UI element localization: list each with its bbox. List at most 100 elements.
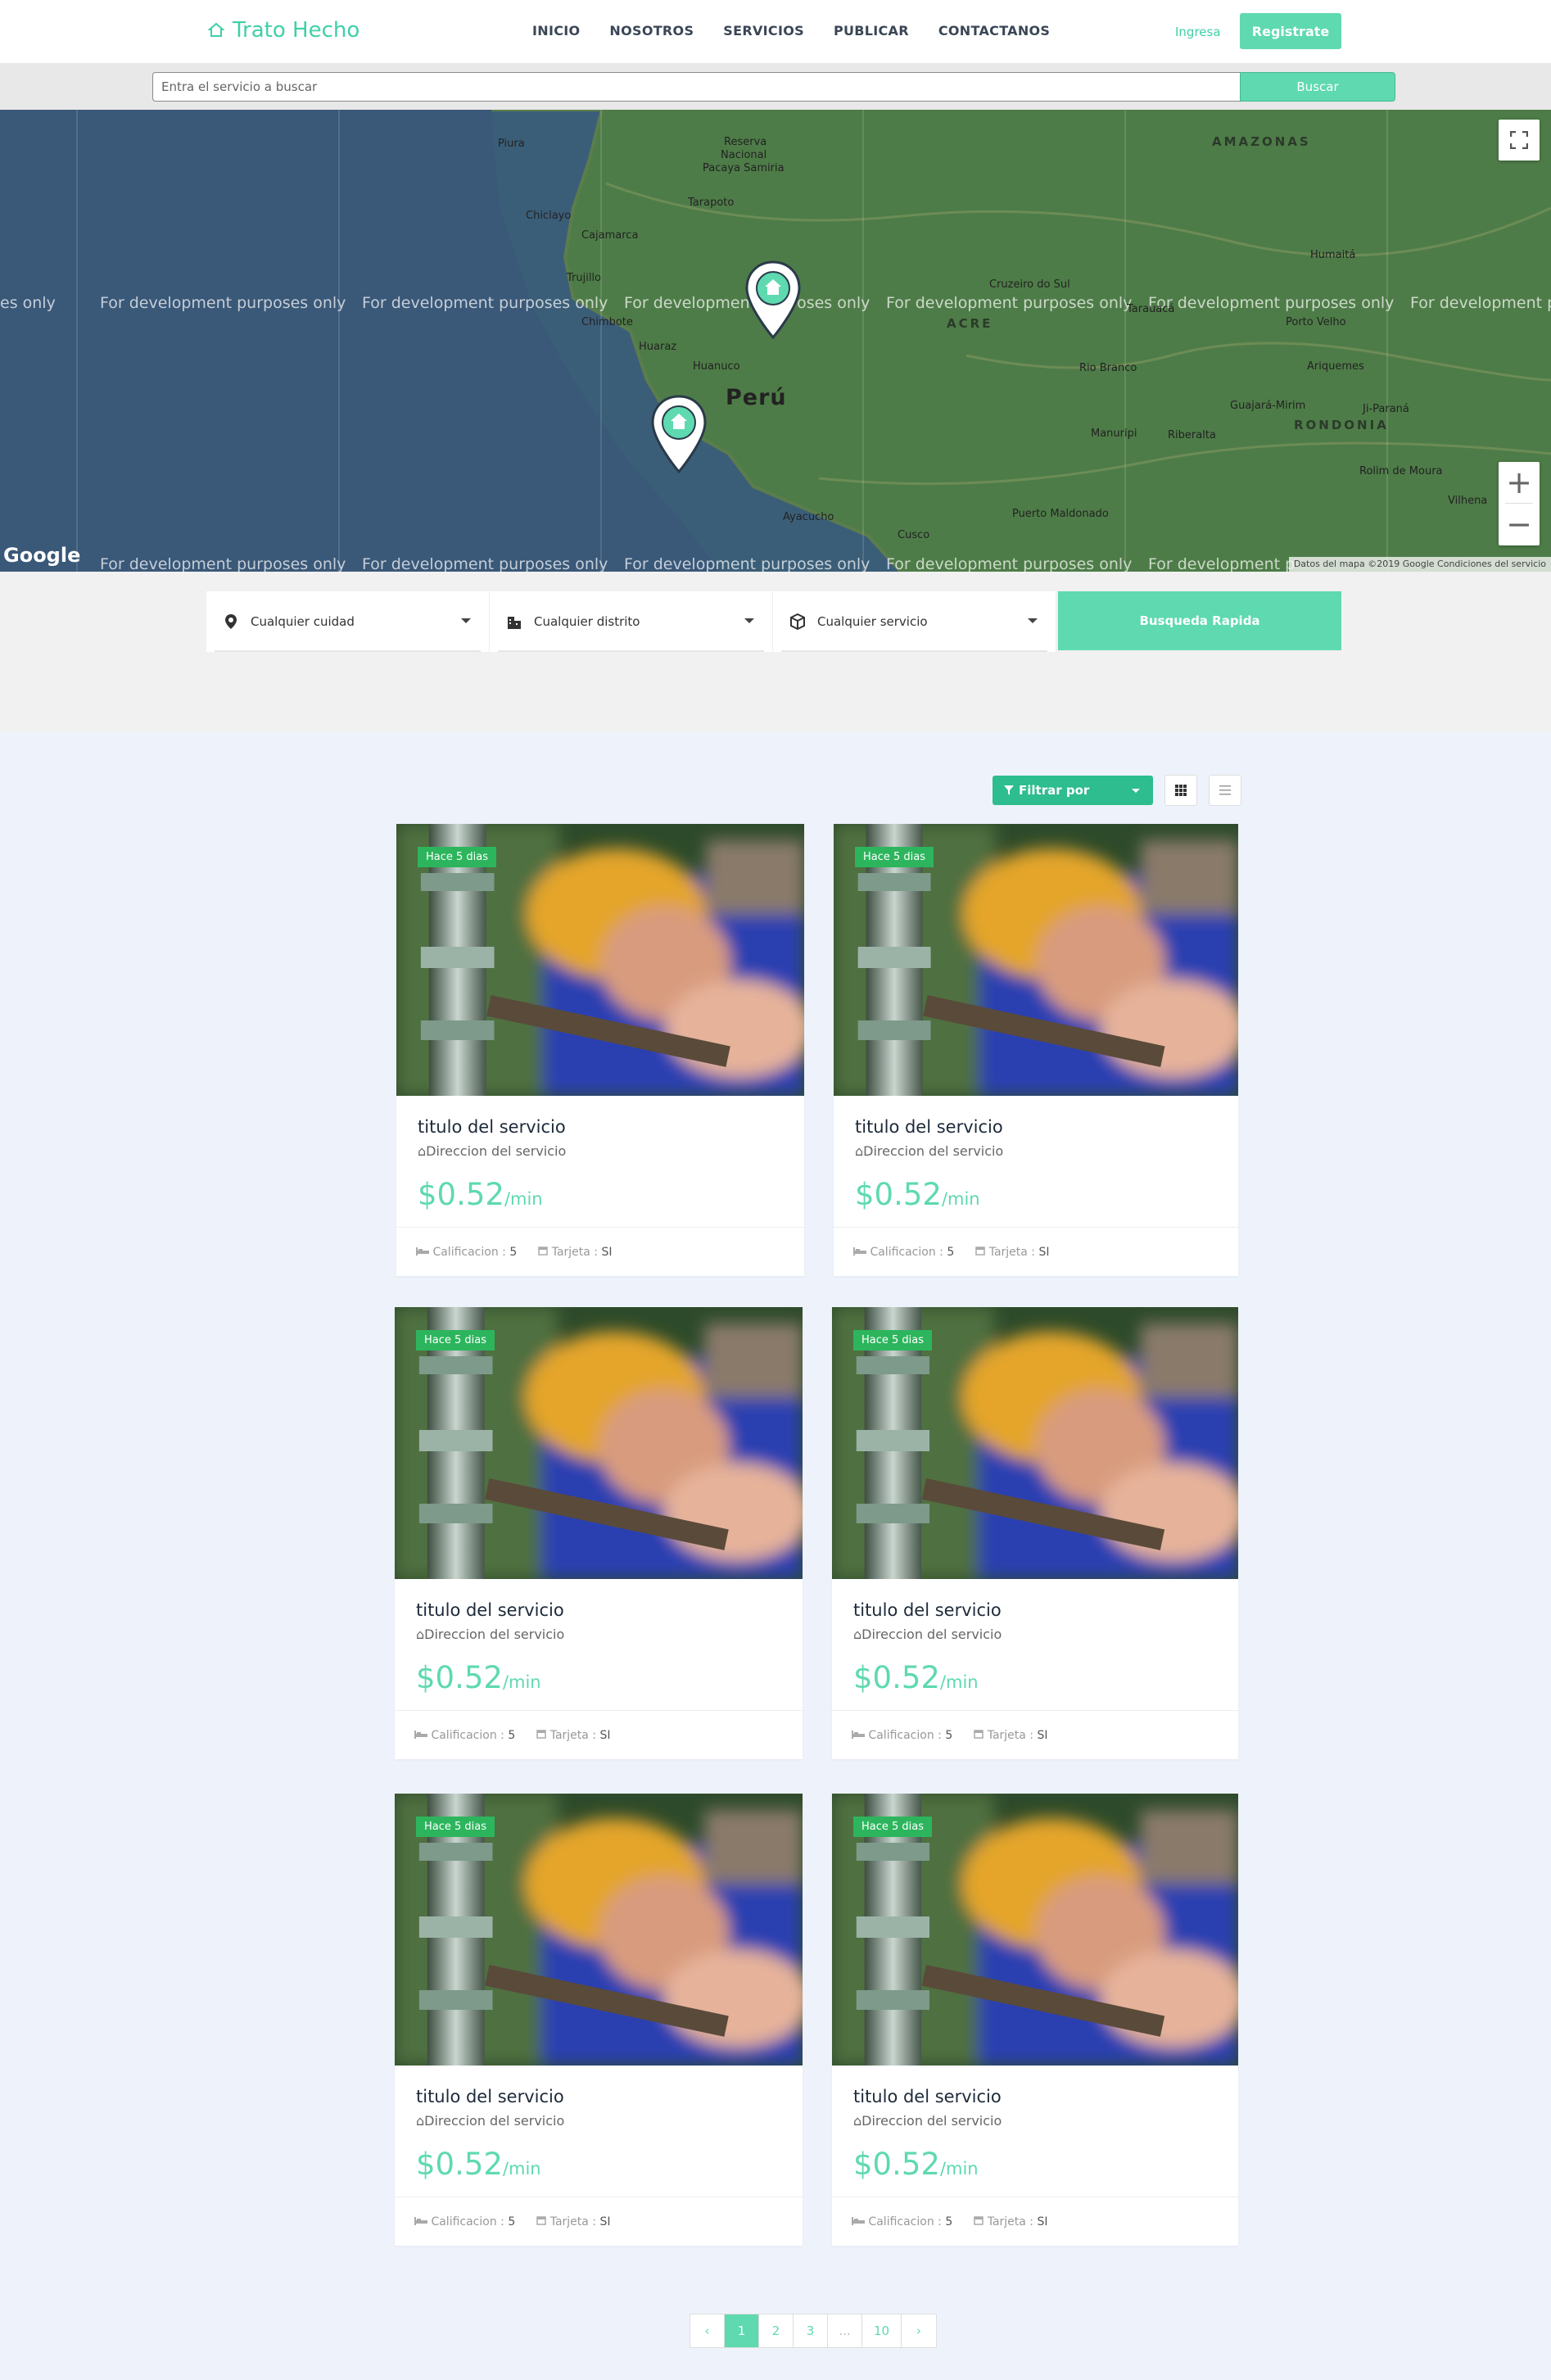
chevron-down-icon (744, 618, 754, 623)
service-card[interactable]: Hace 5 dias titulo del servicio ⌂Direcci… (395, 1794, 803, 2246)
zoom-in-button[interactable]: + (1499, 462, 1540, 503)
service-card[interactable]: Hace 5 dias titulo del servicio ⌂Direcci… (832, 1307, 1238, 1759)
city-select[interactable]: Cualquier cuidad (206, 591, 490, 652)
card-price: $0.52/min (853, 2147, 1217, 2182)
home-icon: ⌂ (416, 1627, 425, 1642)
map-place-label: Tarapoto (688, 197, 735, 209)
register-button[interactable]: Registrate (1240, 13, 1341, 49)
calendar-icon (974, 2215, 984, 2225)
map[interactable]: es only For development purposes only Fo… (0, 110, 1551, 572)
card-payment-label: Tarjeta (549, 1728, 589, 1742)
listing-toolbar: Filtrar por (993, 775, 1241, 806)
service-select[interactable]: Cualquier servicio (773, 591, 1056, 652)
card-payment-value: SI (1037, 2215, 1048, 2228)
card-title[interactable]: titulo del servicio (416, 2087, 781, 2106)
home-icon: ⌂ (855, 1143, 864, 1159)
nav-publicar[interactable]: PUBLICAR (834, 23, 909, 38)
rating-label: Calificacion (870, 1245, 936, 1259)
rating-label: Calificacion (432, 1245, 499, 1259)
card-photo[interactable]: Hace 5 dias (395, 1307, 803, 1579)
location-pin-icon (225, 614, 237, 629)
pagination-ellipsis: ... (828, 2314, 862, 2347)
map-watermark: For development p (1148, 555, 1296, 572)
price-unit: /min (502, 2159, 541, 2179)
zoom-out-button[interactable]: − (1499, 504, 1540, 545)
card-price: $0.52/min (855, 1177, 1217, 1212)
map-place-label: Ariquemes (1307, 360, 1364, 373)
list-view-button[interactable] (1209, 775, 1241, 806)
list-icon (1219, 785, 1231, 795)
map-watermark: For development pu (1410, 294, 1551, 312)
map-place-label: Porto Velho (1286, 316, 1346, 328)
card-title[interactable]: titulo del servicio (416, 1600, 781, 1620)
map-marker-pin[interactable] (743, 259, 803, 341)
map-place-label: Trujillo (567, 272, 602, 284)
pagination-page[interactable]: 2 (759, 2314, 794, 2347)
card-payment-info: Tarjeta : SI (975, 1246, 1050, 1259)
district-select-value: Cualquier distrito (534, 614, 640, 629)
card-photo[interactable]: Hace 5 dias (396, 824, 804, 1096)
brand-logo[interactable]: Trato Hecho (208, 18, 359, 43)
card-price: $0.52/min (416, 1660, 781, 1695)
card-address: ⌂Direccion del servicio (416, 2113, 781, 2129)
card-payment-info: Tarjeta : SI (538, 1246, 613, 1259)
card-address-text: Direccion del servicio (861, 1627, 1002, 1642)
card-title[interactable]: titulo del servicio (853, 2087, 1217, 2106)
map-region-label: RONDONIA (1294, 418, 1389, 432)
card-photo[interactable]: Hace 5 dias (832, 1307, 1238, 1579)
card-title[interactable]: titulo del servicio (853, 1600, 1217, 1620)
price-value: $0.52 (416, 2147, 503, 2182)
login-link[interactable]: Ingresa (1175, 25, 1221, 39)
nav-contactanos[interactable]: CONTACTANOS (938, 23, 1050, 38)
time-badge: Hace 5 dias (853, 1817, 933, 1837)
rating-value: 5 (947, 1245, 955, 1259)
card-photo[interactable]: Hace 5 dias (834, 824, 1238, 1096)
bed-icon (853, 1247, 866, 1256)
card-payment-info: Tarjeta : SI (974, 1729, 1048, 1742)
card-photo[interactable]: Hace 5 dias (832, 1794, 1238, 2066)
nav-servicios[interactable]: SERVICIOS (723, 23, 804, 38)
pagination-prev[interactable]: ‹ (690, 2314, 725, 2347)
service-card[interactable]: Hace 5 dias titulo del servicio ⌂Direcci… (396, 824, 804, 1276)
filter-section: Cualquier cuidad Cualquier distrito Cual… (0, 572, 1551, 732)
filter-by-dropdown[interactable]: Filtrar por (993, 776, 1153, 805)
google-logo: Google (3, 544, 81, 567)
card-body: titulo del servicio ⌂Direccion del servi… (396, 1096, 804, 1227)
map-marker-pin[interactable] (649, 393, 709, 475)
service-card[interactable]: Hace 5 dias titulo del servicio ⌂Direcci… (832, 1794, 1238, 2246)
district-select[interactable]: Cualquier distrito (490, 591, 773, 652)
map-place-label: Cajamarca (581, 229, 639, 242)
map-watermark: For development purposes only (362, 294, 608, 312)
card-payment-value: SI (599, 2215, 611, 2228)
home-icon: ⌂ (418, 1143, 427, 1159)
pagination-page[interactable]: 3 (794, 2314, 828, 2347)
pagination-page[interactable]: 1 (725, 2314, 759, 2347)
service-card[interactable]: Hace 5 dias titulo del servicio ⌂Direcci… (395, 1307, 803, 1759)
service-card[interactable]: Hace 5 dias titulo del servicio ⌂Direcci… (834, 824, 1238, 1276)
nav-nosotros[interactable]: NOSOTROS (609, 23, 694, 38)
quick-search-button[interactable]: Busqueda Rapida (1058, 591, 1341, 650)
select-underline (781, 650, 1047, 652)
card-title[interactable]: titulo del servicio (418, 1117, 783, 1137)
fullscreen-button[interactable] (1499, 120, 1540, 161)
filter-icon (1004, 785, 1014, 795)
map-credit[interactable]: Datos del mapa ©2019 Google Condiciones … (1288, 557, 1551, 572)
pagination-next[interactable]: › (902, 2314, 936, 2347)
calendar-icon (536, 2215, 547, 2225)
card-photo[interactable]: Hace 5 dias (395, 1794, 803, 2066)
search-input[interactable] (152, 72, 1241, 102)
search-button[interactable]: Buscar (1240, 72, 1395, 102)
grid-view-button[interactable] (1164, 775, 1197, 806)
bed-icon (416, 1247, 429, 1256)
building-icon (508, 617, 521, 629)
card-address: ⌂Direccion del servicio (416, 1627, 781, 1642)
price-value: $0.52 (855, 1177, 942, 1212)
home-icon (208, 22, 224, 37)
price-unit: /min (504, 1189, 543, 1209)
map-place-label: Huaraz (639, 341, 677, 353)
card-title[interactable]: titulo del servicio (855, 1117, 1217, 1137)
pagination-page[interactable]: 10 (862, 2314, 902, 2347)
rating-info: Calificacion : 5 (853, 1246, 954, 1259)
grid-icon (1175, 785, 1187, 796)
nav-inicio[interactable]: INICIO (532, 23, 580, 38)
